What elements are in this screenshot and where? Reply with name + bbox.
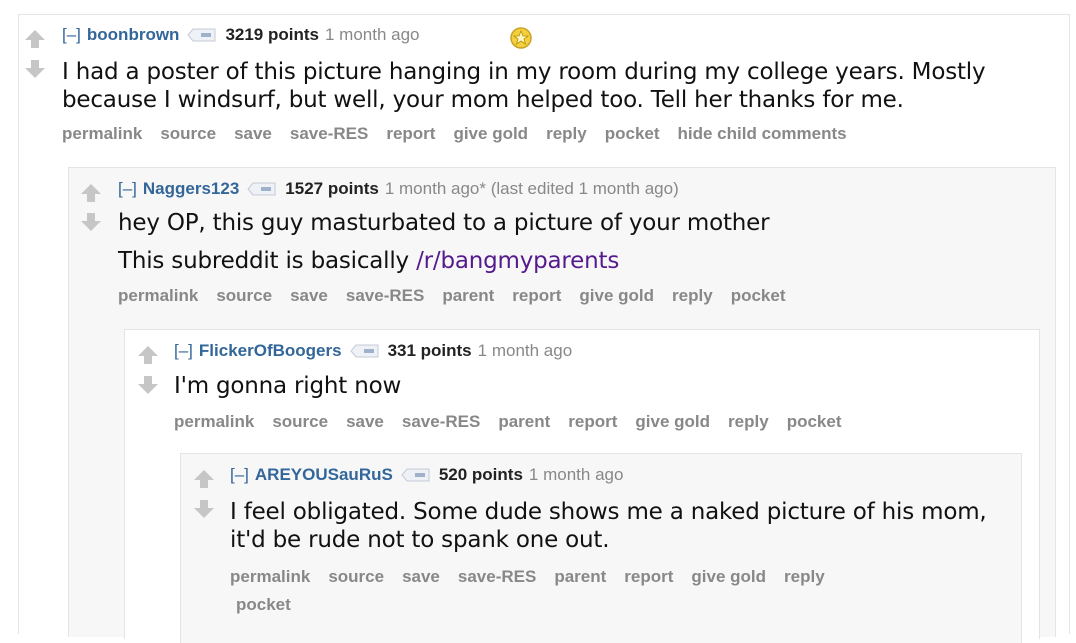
permalink-button[interactable]: permalink <box>174 412 254 431</box>
report-button[interactable]: report <box>512 286 561 305</box>
timestamp: 1 month ago <box>324 25 420 44</box>
subreddit-link[interactable]: /r/bangmyparents <box>416 248 619 274</box>
timestamp: 1 month ago <box>528 465 624 484</box>
save-button[interactable]: save <box>346 412 384 431</box>
score: 520 points <box>438 465 523 484</box>
give-gold-button[interactable]: give gold <box>453 124 528 143</box>
comment-buttons: permalink source save save-RES report give go… <box>62 123 865 145</box>
upvote-arrow-icon[interactable] <box>80 182 102 204</box>
source-button[interactable]: source <box>216 286 272 305</box>
comment-body: I'm gonna right now <box>174 373 402 399</box>
upvote-arrow-icon[interactable] <box>137 344 159 366</box>
downvote-arrow-icon[interactable] <box>80 211 102 233</box>
comment-tagline: [–] FlickerOfBoogers 331 points 1 month ago <box>174 340 572 362</box>
report-button[interactable]: report <box>568 412 617 431</box>
timestamp: 1 month ago <box>477 341 573 360</box>
save-button[interactable]: save <box>234 124 272 143</box>
give-gold-button[interactable]: give gold <box>691 567 766 586</box>
permalink-button[interactable]: permalink <box>62 124 142 143</box>
user-tag-icon[interactable] <box>187 28 217 42</box>
collapse-toggle[interactable]: [–] <box>230 465 249 484</box>
gold-star-icon <box>510 27 532 49</box>
give-gold-button[interactable]: give gold <box>635 412 710 431</box>
comment-body: hey OP, this guy masturbated to a pictur… <box>118 210 770 274</box>
report-button[interactable]: report <box>624 567 673 586</box>
permalink-button[interactable]: permalink <box>118 286 198 305</box>
score: 3219 points <box>225 25 319 44</box>
source-button[interactable]: source <box>160 124 216 143</box>
timestamp: 1 month ago* (last edited 1 month ago) <box>384 179 679 198</box>
comment-body: I had a poster of this picture hanging i… <box>62 59 986 113</box>
author-link[interactable]: Naggers123 <box>143 179 239 198</box>
save-res-button[interactable]: save-RES <box>346 286 424 305</box>
collapse-toggle[interactable]: [–] <box>174 341 193 360</box>
downvote-arrow-icon[interactable] <box>193 498 215 520</box>
upvote-arrow-icon[interactable] <box>24 28 46 50</box>
collapse-toggle[interactable]: [–] <box>62 25 81 44</box>
source-button[interactable]: source <box>328 567 384 586</box>
parent-button[interactable]: parent <box>442 286 494 305</box>
reply-button[interactable]: reply <box>784 567 825 586</box>
upvote-arrow-icon[interactable] <box>193 468 215 490</box>
save-res-button[interactable]: save-RES <box>458 567 536 586</box>
comment-tagline: [–] AREYOUSauRuS 520 points 1 month ago <box>230 464 623 486</box>
user-tag-icon[interactable] <box>401 468 431 482</box>
reply-button[interactable]: reply <box>728 412 769 431</box>
pocket-button[interactable]: pocket <box>731 286 786 305</box>
comment-buttons: permalink source save save-RES parent report g… <box>230 563 1000 619</box>
comment-tagline: [–] Naggers123 1527 points 1 month ago* (la… <box>118 178 679 200</box>
hide-child-comments-button[interactable]: hide child comments <box>678 124 847 143</box>
author-link[interactable]: boonbrown <box>87 25 180 44</box>
pocket-button[interactable]: pocket <box>236 595 291 614</box>
score: 1527 points <box>285 179 379 198</box>
comment-buttons: permalink source save save-RES parent report g… <box>174 411 859 433</box>
user-tag-icon[interactable] <box>247 182 277 196</box>
author-link[interactable]: AREYOUSauRuS <box>255 465 393 484</box>
parent-button[interactable]: parent <box>554 567 606 586</box>
author-link[interactable]: FlickerOfBoogers <box>199 341 342 360</box>
pocket-button[interactable]: pocket <box>605 124 660 143</box>
score: 331 points <box>387 341 472 360</box>
downvote-arrow-icon[interactable] <box>24 58 46 80</box>
save-res-button[interactable]: save-RES <box>402 412 480 431</box>
report-button[interactable]: report <box>386 124 435 143</box>
source-button[interactable]: source <box>272 412 328 431</box>
pocket-button[interactable]: pocket <box>787 412 842 431</box>
save-button[interactable]: save <box>402 567 440 586</box>
comment-body: I feel obligated. Some dude shows me a n… <box>230 499 987 553</box>
downvote-arrow-icon[interactable] <box>137 374 159 396</box>
reply-button[interactable]: reply <box>546 124 587 143</box>
permalink-button[interactable]: permalink <box>230 567 310 586</box>
reply-button[interactable]: reply <box>672 286 713 305</box>
parent-button[interactable]: parent <box>498 412 550 431</box>
save-res-button[interactable]: save-RES <box>290 124 368 143</box>
give-gold-button[interactable]: give gold <box>579 286 654 305</box>
comment-buttons: permalink source save save-RES parent report g… <box>118 285 803 307</box>
comment-tagline: [–] boonbrown 3219 points 1 month ago <box>62 24 420 46</box>
save-button[interactable]: save <box>290 286 328 305</box>
collapse-toggle[interactable]: [–] <box>118 179 137 198</box>
user-tag-icon[interactable] <box>350 344 380 358</box>
